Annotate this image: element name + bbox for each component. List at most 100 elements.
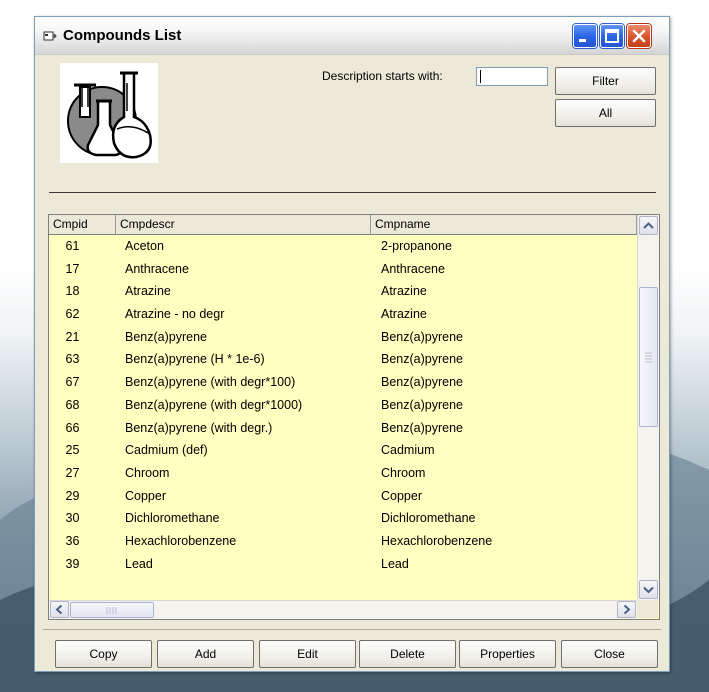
table-row[interactable]: 67 Benz(a)pyrene (with degr*100) Benz(a)py…: [49, 371, 637, 394]
cell-cmpname: Lead: [381, 556, 409, 571]
cell-cmpname: Dichloromethane: [381, 511, 476, 526]
minimize-icon: [579, 39, 586, 42]
scroll-right-button[interactable]: [617, 601, 636, 618]
all-button[interactable]: All: [555, 99, 656, 127]
close-icon: [632, 29, 646, 43]
cell-cmpname: 2-propanone: [381, 239, 452, 253]
delete-button[interactable]: Delete: [359, 640, 456, 668]
table-row[interactable]: 29 Copper Copper: [49, 485, 637, 508]
cell-cmpdescr: Benz(a)pyrene (H * 1e-6): [125, 352, 265, 367]
cell-cmpid: 68: [65, 397, 80, 412]
maximize-icon: [605, 29, 619, 43]
close-button-label: Close: [594, 647, 625, 661]
cell-cmpid: 66: [65, 420, 80, 435]
scroll-down-button[interactable]: [639, 580, 658, 599]
filter-button[interactable]: Filter: [555, 67, 656, 95]
cell-cmpid: 27: [65, 465, 80, 480]
description-filter-input[interactable]: [476, 67, 548, 86]
close-button[interactable]: Close: [561, 640, 658, 668]
table-row[interactable]: 39 Lead Lead: [49, 553, 637, 576]
window-title: Compounds List: [63, 27, 182, 44]
minimize-button[interactable]: [573, 24, 597, 48]
copy-button-label: Copy: [89, 647, 118, 661]
cell-cmpname: Hexachlorobenzene: [381, 533, 493, 548]
table-row[interactable]: 68 Benz(a)pyrene (with degr*1000) Benz(a)p…: [49, 394, 637, 417]
cell-cmpdescr: Benz(a)pyrene: [125, 329, 207, 344]
properties-button[interactable]: Properties: [459, 640, 556, 668]
cell-cmpid: 30: [65, 511, 80, 526]
table-row[interactable]: 21 Benz(a)pyrene Benz(a)pyrene: [49, 326, 637, 349]
table-row[interactable]: 18 Atrazine Atrazine: [49, 280, 637, 303]
horizontal-scroll-thumb[interactable]: [70, 602, 154, 618]
cell-cmpdescr: Chroom: [125, 465, 170, 480]
table-row[interactable]: 61 Aceton 2-propanone: [49, 235, 637, 258]
cell-cmpname: Benz(a)pyrene: [381, 329, 463, 344]
scroll-up-icon: [643, 222, 654, 229]
scroll-down-icon: [643, 586, 654, 594]
cell-cmpid: 67: [65, 375, 80, 390]
copy-button[interactable]: Copy: [55, 640, 152, 668]
cell-cmpdescr: Atrazine - no degr: [125, 307, 225, 322]
window-content: Description starts with: Filter All Cmpi…: [41, 59, 661, 668]
add-button[interactable]: Add: [157, 640, 254, 668]
cell-cmpid: 17: [65, 261, 80, 276]
scroll-up-button[interactable]: [639, 216, 658, 235]
scroll-right-icon: [623, 604, 631, 615]
separator-line: [49, 192, 656, 193]
table-row[interactable]: 63 Benz(a)pyrene (H * 1e-6) Benz(a)pyrene: [49, 348, 637, 371]
column-header-cmpdescr[interactable]: Cmpdescr: [116, 215, 371, 234]
cell-cmpname: Atrazine: [381, 307, 427, 322]
cell-cmpname: Benz(a)pyrene: [381, 352, 463, 367]
scroll-left-button[interactable]: [50, 601, 69, 618]
horizontal-scrollbar[interactable]: [49, 600, 637, 619]
cell-cmpdescr: Lead: [125, 556, 153, 571]
cell-cmpname: Atrazine: [381, 284, 427, 299]
cell-cmpname: Copper: [381, 488, 422, 503]
vertical-scroll-thumb[interactable]: [639, 287, 658, 427]
cell-cmpname: Benz(a)pyrene: [381, 397, 463, 412]
table-row[interactable]: 27 Chroom Chroom: [49, 462, 637, 485]
cell-cmpdescr: Benz(a)pyrene (with degr*100): [125, 375, 296, 390]
cell-cmpdescr: Dichloromethane: [125, 511, 220, 526]
maximize-button[interactable]: [600, 24, 624, 48]
title-bar[interactable]: Compounds List: [35, 17, 669, 55]
delete-button-label: Delete: [390, 647, 425, 661]
column-header-cmpname[interactable]: Cmpname: [371, 215, 637, 234]
edit-button[interactable]: Edit: [259, 640, 356, 668]
scrollbar-corner: [637, 600, 658, 618]
table-row[interactable]: 62 Atrazine - no degr Atrazine: [49, 303, 637, 326]
scroll-left-icon: [55, 604, 63, 615]
chemistry-flasks-icon: [67, 71, 152, 159]
cell-cmpid: 21: [65, 329, 80, 344]
table-row[interactable]: 66 Benz(a)pyrene (with degr.) Benz(a)pyren…: [49, 417, 637, 440]
grid-header: Cmpid Cmpdescr Cmpname: [49, 215, 637, 235]
compounds-list-window: Compounds List Description starts with: …: [34, 16, 670, 672]
cell-cmpid: 63: [65, 352, 80, 367]
cell-cmpdescr: Copper: [125, 488, 166, 503]
grid-rows: 61 Aceton 2-propanone 17 Anthracene Anthrace…: [49, 235, 637, 575]
table-row[interactable]: 25 Cadmium (def) Cadmium: [49, 439, 637, 462]
cell-cmpid: 29: [65, 488, 80, 503]
cell-cmpdescr: Cadmium (def): [125, 443, 208, 458]
cell-cmpdescr: Aceton: [125, 239, 164, 253]
cell-cmpname: Anthracene: [381, 261, 445, 276]
cell-cmpname: Benz(a)pyrene: [381, 375, 463, 390]
table-row[interactable]: 17 Anthracene Anthracene: [49, 258, 637, 281]
cell-cmpname: Benz(a)pyrene: [381, 420, 463, 435]
table-row[interactable]: 36 Hexachlorobenzene Hexachlorobenzene: [49, 530, 637, 553]
description-filter-label: Description starts with:: [322, 69, 443, 83]
grip-icon: [106, 607, 117, 614]
cell-cmpname: Chroom: [381, 465, 426, 480]
close-window-button[interactable]: [627, 24, 651, 48]
cell-cmpid: 18: [65, 284, 80, 299]
cell-cmpname: Cadmium: [381, 443, 435, 458]
add-button-label: Add: [194, 647, 217, 661]
table-row[interactable]: 30 Dichloromethane Dichloromethane: [49, 507, 637, 530]
vertical-scrollbar[interactable]: [637, 215, 659, 600]
all-button-label: All: [598, 106, 613, 120]
column-header-cmpid[interactable]: Cmpid: [49, 215, 116, 234]
cell-cmpdescr: Anthracene: [125, 261, 189, 276]
cell-cmpid: 25: [65, 443, 80, 458]
compounds-grid[interactable]: Cmpid Cmpdescr Cmpname 61 Aceton 2-propano…: [48, 214, 660, 620]
cell-cmpdescr: Atrazine: [125, 284, 171, 299]
